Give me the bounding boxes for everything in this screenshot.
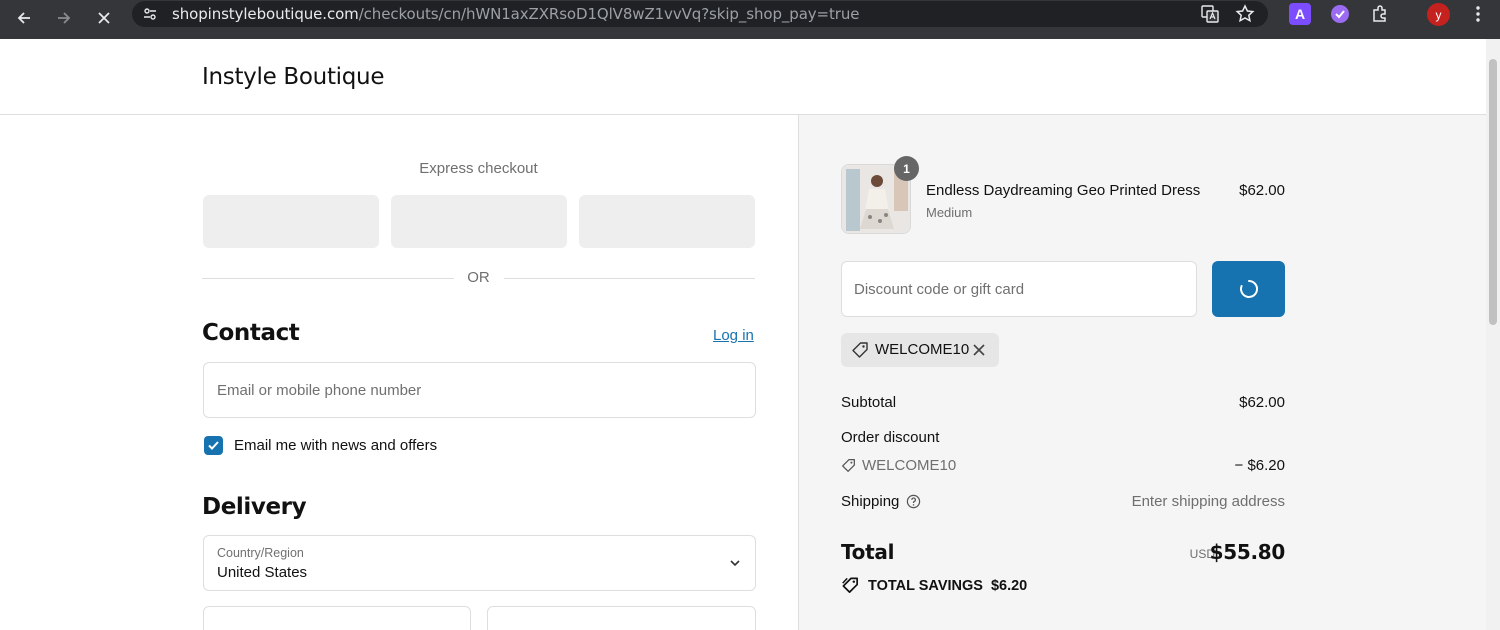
- discount-value: − $6.20: [1234, 457, 1285, 474]
- contact-title: Contact: [202, 320, 300, 346]
- discount-placeholder: Discount code or gift card: [854, 281, 1025, 298]
- applied-discount-tag: WELCOME10: [841, 333, 999, 367]
- chevron-down-icon: [729, 556, 741, 574]
- address-bar[interactable]: shopinstyleboutique.com/checkouts/cn/hWN…: [132, 1, 1268, 27]
- page-scrollbar[interactable]: [1486, 39, 1500, 630]
- product-variant: Medium: [926, 205, 973, 220]
- product-name: Endless Daydreaming Geo Printed Dress: [926, 182, 1201, 199]
- forward-icon[interactable]: [50, 4, 78, 32]
- total-amount: $55.80: [1209, 540, 1286, 564]
- profile-initial: Y: [1435, 7, 1442, 22]
- shipping-label: Shipping: [841, 493, 900, 510]
- translate-icon[interactable]: [1199, 3, 1221, 25]
- applied-code-label: WELCOME10: [875, 341, 970, 358]
- express-button-1[interactable]: [203, 195, 379, 248]
- browser-toolbar: shopinstyleboutique.com/checkouts/cn/hWN…: [0, 0, 1500, 39]
- savings-value: $6.20: [990, 577, 1028, 594]
- url-path: /checkouts/cn/hWN1axZXRsoD1QlV8wZ1vvVq?s…: [358, 5, 860, 23]
- subtotal-label: Subtotal: [841, 394, 897, 411]
- total-savings: TOTAL SAVINGS $6.20: [841, 576, 1027, 595]
- star-icon[interactable]: [1234, 3, 1256, 25]
- discount-code-input[interactable]: Discount code or gift card: [841, 261, 1197, 317]
- login-link[interactable]: Log in: [713, 327, 754, 344]
- express-button-2[interactable]: [391, 195, 567, 248]
- discount-code-row: WELCOME10: [841, 457, 956, 474]
- shipping-value: Enter shipping address: [1131, 493, 1285, 510]
- checkout-form: Express checkout OR Contact Log in Email…: [0, 115, 798, 630]
- country-value: United States: [217, 564, 308, 581]
- extensions-icon[interactable]: [1369, 3, 1391, 25]
- extension-a-icon[interactable]: A: [1289, 3, 1311, 25]
- newsletter-label[interactable]: Email me with news and offers: [234, 437, 437, 454]
- stop-loading-icon[interactable]: [90, 4, 118, 32]
- first-name-field[interactable]: [203, 606, 471, 630]
- subtotal-value: $62.00: [1239, 394, 1285, 411]
- express-button-3[interactable]: [579, 195, 755, 248]
- check-icon: [208, 441, 219, 450]
- remove-discount-icon[interactable]: [972, 343, 986, 362]
- discount-code-label: WELCOME10: [862, 457, 957, 474]
- savings-tag-icon: [842, 577, 859, 594]
- menu-icon[interactable]: [1467, 3, 1489, 25]
- profile-avatar[interactable]: Y: [1427, 3, 1450, 26]
- divider-line-right: [504, 278, 755, 279]
- delivery-title: Delivery: [202, 494, 307, 520]
- url-text: shopinstyleboutique.com/checkouts/cn/hWN…: [172, 5, 860, 23]
- last-name-field[interactable]: [487, 606, 756, 630]
- total-label: Total: [841, 540, 895, 564]
- site-settings-icon[interactable]: [142, 6, 158, 27]
- site-header: Instyle Boutique: [0, 39, 1486, 115]
- back-icon[interactable]: [10, 4, 38, 32]
- shop-name[interactable]: Instyle Boutique: [202, 64, 384, 90]
- email-field[interactable]: Email or mobile phone number: [203, 362, 756, 418]
- apply-discount-button[interactable]: [1212, 261, 1285, 317]
- extension-circle-icon[interactable]: [1329, 3, 1351, 25]
- order-summary: 1 Endless Daydreaming Geo Printed Dress …: [798, 115, 1486, 630]
- newsletter-checkbox[interactable]: [204, 436, 223, 455]
- scrollbar-thumb[interactable]: [1489, 59, 1497, 325]
- extension-a-initial: A: [1294, 6, 1306, 22]
- quantity-badge: 1: [894, 156, 919, 181]
- savings-label: TOTAL SAVINGS: [868, 577, 983, 594]
- express-checkout-label: Express checkout: [419, 160, 538, 177]
- shipping-row: Shipping: [841, 493, 921, 510]
- country-select[interactable]: Country/Region United States: [203, 535, 756, 591]
- small-tag-icon: [842, 459, 855, 472]
- or-divider: OR: [202, 269, 755, 289]
- help-icon[interactable]: [906, 494, 921, 509]
- url-host: shopinstyleboutique.com: [172, 5, 359, 23]
- loading-spinner-icon: [1239, 280, 1258, 298]
- product-price: $62.00: [1239, 182, 1285, 199]
- order-discount-label: Order discount: [841, 429, 940, 446]
- country-label: Country/Region: [217, 546, 304, 560]
- tag-icon: [851, 341, 869, 364]
- email-placeholder: Email or mobile phone number: [217, 382, 422, 399]
